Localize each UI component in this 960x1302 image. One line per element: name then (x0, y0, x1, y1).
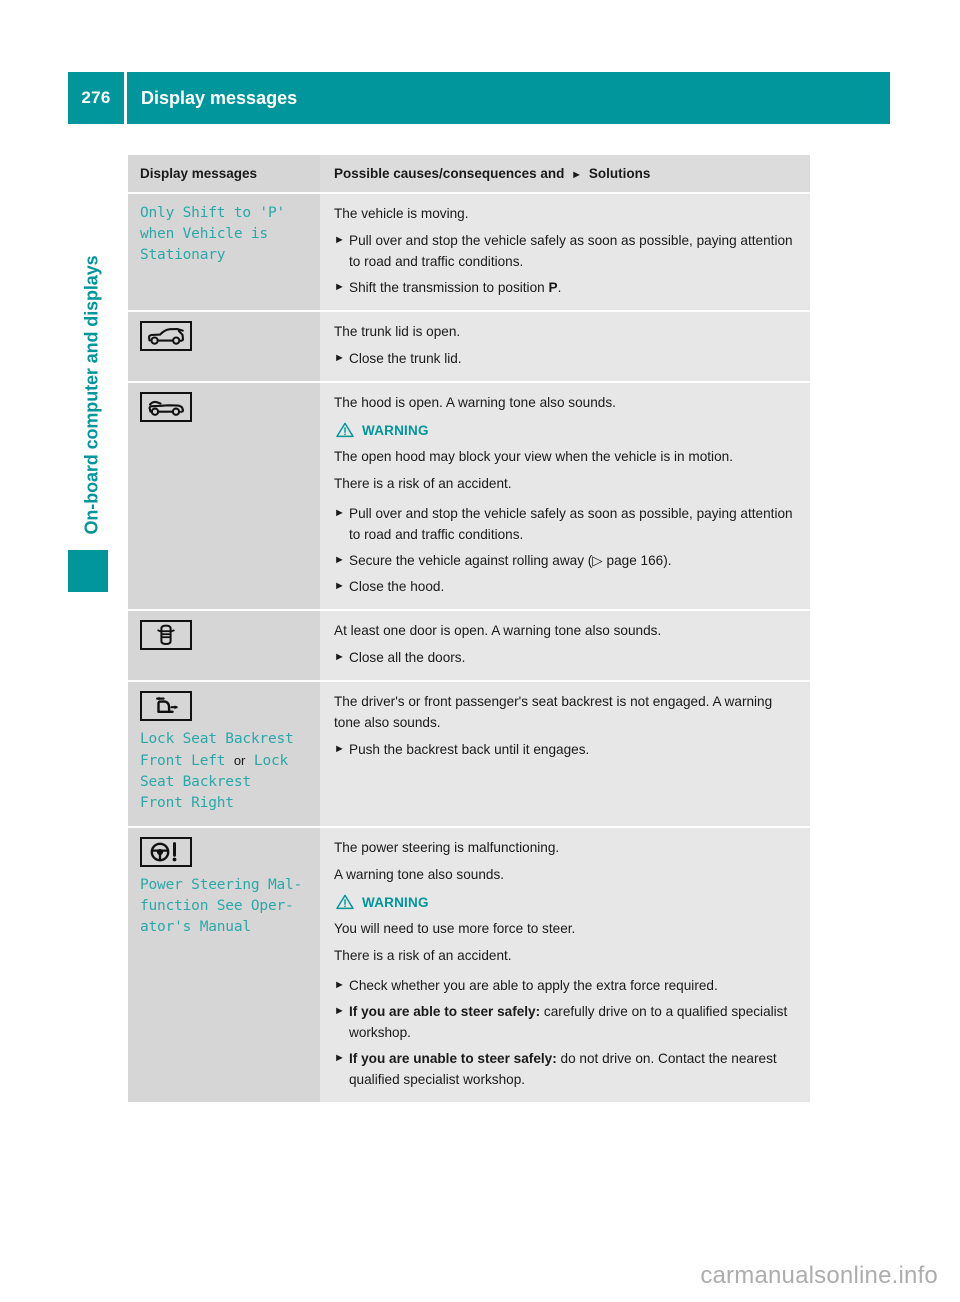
page-header: 276 Display messages (68, 72, 890, 124)
solution-text: Close the trunk lid. (349, 351, 462, 366)
column-header-causes-suffix: Solutions (588, 166, 651, 181)
solution-text: Shift the transmission to position P. (349, 280, 562, 295)
warning-text: There is a risk of an accident. (334, 948, 512, 963)
row-detail-cell: The hood is open. A warning tone also so… (320, 383, 810, 609)
chapter-label: On-board computer and displays (81, 255, 102, 535)
row-message-cell: Lock Seat Backrest Front Left or Lock Se… (128, 682, 320, 826)
solution-bullet: ► If you are unable to steer safely: do … (334, 1048, 796, 1090)
display-message-text: Only Shift to 'P' when Vehicle is Statio… (140, 205, 286, 263)
solution-bullet: ► Push the backrest back until it engage… (334, 739, 796, 760)
column-header-causes: Possible causes/consequences and ► Solut… (320, 155, 810, 192)
cause-text: The driver's or front passenger's seat b… (334, 694, 773, 730)
display-messages-table: Display messages Possible causes/consequ… (128, 155, 810, 1102)
power-steering-icon (140, 837, 192, 867)
hood-open-icon (140, 392, 192, 422)
solution-text: Pull over and stop the vehicle safely as… (349, 233, 793, 269)
warning-text: You will need to use more force to steer… (334, 921, 576, 936)
solution-bullet: ► Pull over and stop the vehicle safely … (334, 503, 796, 545)
solution-text: Pull over and stop the vehicle safely as… (349, 506, 793, 542)
row-message-cell (128, 312, 320, 381)
warning-label: WARNING (362, 894, 429, 910)
row-detail-cell: The driver's or front passenger's seat b… (320, 682, 810, 826)
solution-bullet: ► Close all the doors. (334, 647, 796, 668)
solution-bullet: ► Close the trunk lid. (334, 348, 796, 369)
row-message-cell: Power Steering Mal- function See Oper- a… (128, 828, 320, 1102)
table-row: Power Steering Mal- function See Oper- a… (128, 828, 810, 1102)
solution-text: Close the hood. (349, 579, 445, 594)
cause-text: The trunk lid is open. (334, 324, 461, 339)
row-message-cell (128, 611, 320, 680)
column-header-causes-prefix: Possible causes/consequences and (334, 166, 565, 181)
message-part-or: or (233, 753, 246, 768)
page-title: Display messages (127, 72, 890, 124)
solution-lead-in: If you are able to steer safely: (349, 1004, 541, 1019)
solution-lead-in: If you are unable to steer safely: (349, 1051, 557, 1066)
warning-text: There is a risk of an accident. (334, 476, 512, 491)
solution-bullet: ► Check whether you are able to apply th… (334, 975, 796, 996)
bullet-arrow-icon: ► (334, 507, 345, 519)
bullet-arrow-icon: ► (334, 352, 345, 364)
table-row: Lock Seat Backrest Front Left or Lock Se… (128, 682, 810, 828)
bullet-arrow-icon: ► (334, 1052, 345, 1064)
warning-header: WARNING (336, 422, 796, 438)
bullet-arrow-icon: ► (334, 1005, 345, 1017)
row-message-cell: Only Shift to 'P' when Vehicle is Statio… (128, 194, 320, 310)
table-row: At least one door is open. A warning ton… (128, 611, 810, 682)
row-detail-cell: At least one door is open. A warning ton… (320, 611, 810, 680)
bullet-arrow-icon: ► (334, 554, 345, 566)
chapter-sidebar: On-board computer and displays (68, 160, 114, 580)
seat-backrest-icon (140, 691, 192, 721)
solution-bullet: ► If you are able to steer safely: caref… (334, 1001, 796, 1043)
watermark: carmanualsonline.info (700, 1262, 938, 1289)
bullet-arrow-icon: ► (334, 979, 345, 991)
warning-triangle-icon (336, 894, 354, 910)
solution-text: Check whether you are able to apply the … (349, 978, 718, 993)
solution-bullet: ► Close the hood. (334, 576, 796, 597)
solution-text: Secure the vehicle against rolling away … (349, 553, 672, 568)
cause-text: A warning tone also sounds. (334, 867, 505, 882)
table-header-row: Display messages Possible causes/consequ… (128, 155, 810, 194)
bullet-arrow-icon: ► (334, 651, 345, 663)
table-row: The hood is open. A warning tone also so… (128, 383, 810, 611)
chapter-marker-block (68, 550, 108, 592)
page-number: 276 (68, 72, 124, 124)
bullet-arrow-icon: ► (334, 580, 345, 592)
bullet-arrow-icon: ► (334, 234, 345, 246)
solution-bullet: ► Shift the transmission to position P. (334, 277, 796, 298)
cause-text: The power steering is malfunctioning. (334, 840, 560, 855)
door-open-icon (140, 620, 192, 650)
warning-text: The open hood may block your view when t… (334, 449, 733, 464)
display-message-text: Power Steering Mal- function See Oper- a… (140, 877, 303, 935)
row-message-cell (128, 383, 320, 609)
cause-text: The hood is open. A warning tone also so… (334, 395, 616, 410)
column-header-messages: Display messages (128, 155, 320, 192)
warning-triangle-icon (336, 422, 354, 438)
solution-bullet: ► Secure the vehicle against rolling awa… (334, 550, 796, 571)
row-detail-cell: The power steering is malfunctioning. A … (320, 828, 810, 1102)
solution-text: Close all the doors. (349, 650, 466, 665)
cause-text: At least one door is open. A warning ton… (334, 623, 662, 638)
table-row: Only Shift to 'P' when Vehicle is Statio… (128, 194, 810, 312)
table-row: The trunk lid is open. ► Close the trunk… (128, 312, 810, 383)
trunk-open-icon (140, 321, 192, 351)
bullet-arrow-icon: ► (334, 743, 345, 755)
solution-bullet: ► Pull over and stop the vehicle safely … (334, 230, 796, 272)
solution-text: If you are able to steer safely: careful… (349, 1001, 796, 1043)
row-detail-cell: The trunk lid is open. ► Close the trunk… (320, 312, 810, 381)
bullet-arrow-icon: ► (334, 281, 345, 293)
display-message-text: Lock Seat Backrest Front Left or Lock Se… (140, 729, 308, 814)
solutions-arrow-icon: ► (568, 169, 586, 181)
solution-text: If you are unable to steer safely: do no… (349, 1048, 796, 1090)
warning-header: WARNING (336, 894, 796, 910)
cause-text: The vehicle is moving. (334, 206, 469, 221)
row-detail-cell: The vehicle is moving. ► Pull over and s… (320, 194, 810, 310)
warning-label: WARNING (362, 422, 429, 438)
solution-text: Push the backrest back until it engages. (349, 742, 590, 757)
